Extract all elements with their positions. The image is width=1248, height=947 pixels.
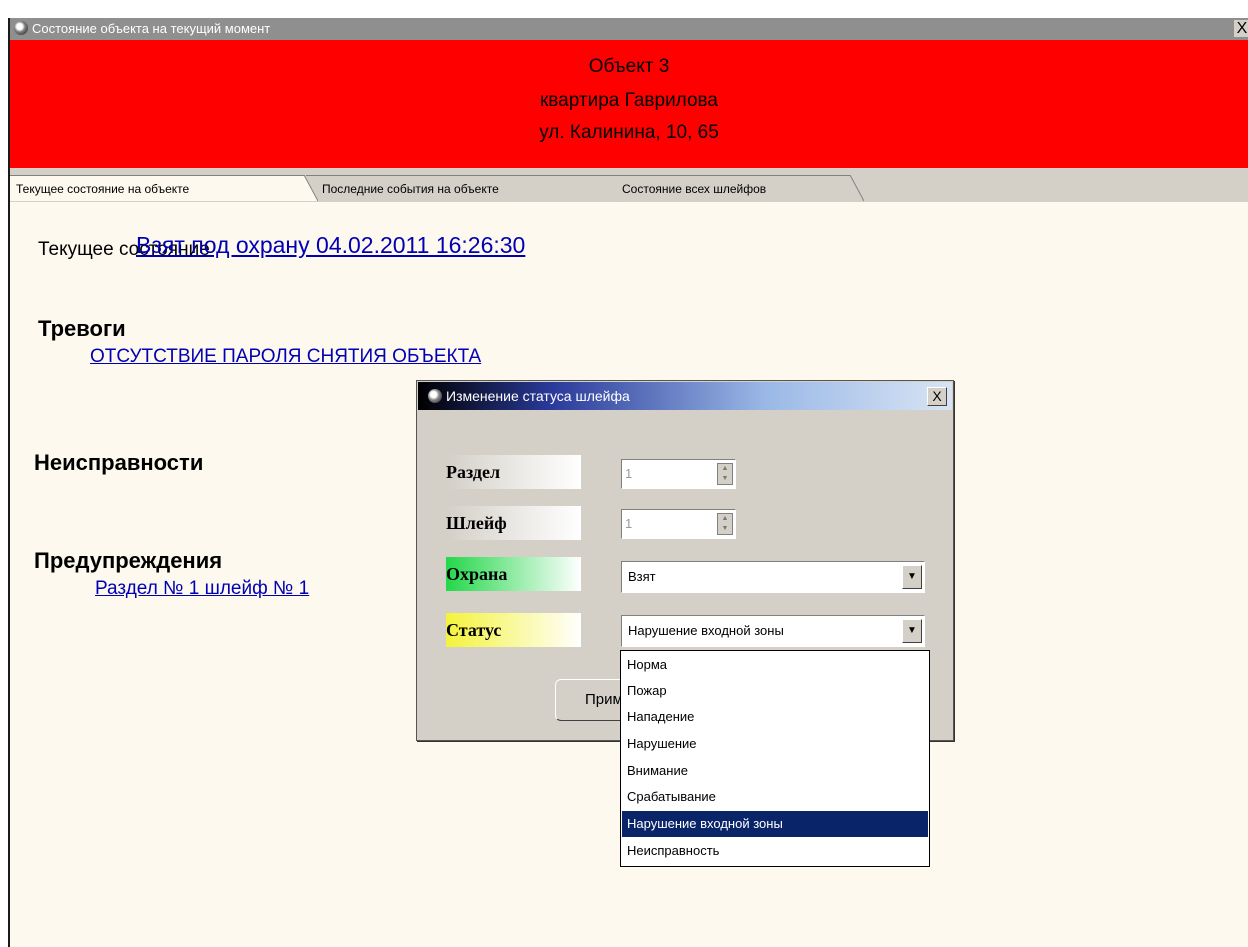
dropdown-option[interactable]: Нарушение [622, 731, 928, 757]
section-label: Раздел [446, 455, 581, 489]
spin-down-icon: ▼ [721, 475, 729, 482]
tab-all-loops-label: Состояние всех шлейфов [622, 182, 767, 196]
spin-up-icon: ▲ [721, 465, 729, 472]
main-window: Состояние объекта на текущий момент X Об… [0, 0, 1248, 947]
alarms-heading: Тревоги [38, 316, 126, 341]
dropdown-option[interactable]: Пожар [622, 678, 928, 704]
app-globe-icon [14, 21, 28, 35]
section-stepper[interactable]: 1 ▲ ▼ [621, 459, 736, 489]
tab-current-state[interactable]: Текущее состояние на объекте [10, 175, 318, 202]
dropdown-option-selected[interactable]: Нарушение входной зоны [622, 811, 928, 837]
tab-current-state-label: Текущее состояние на объекте [16, 182, 190, 196]
guard-value: Взят [628, 569, 656, 584]
dropdown-option[interactable]: Нападение [622, 704, 928, 730]
status-dropdown-list: Норма Пожар Нападение Нарушение Внимание… [620, 650, 930, 867]
guard-label: Охрана [446, 557, 581, 591]
chevron-down-icon[interactable]: ▼ [902, 565, 922, 589]
warning-link[interactable]: Раздел № 1 шлейф № 1 [95, 578, 418, 600]
object-name: квартира Гаврилова [539, 90, 718, 111]
tab-slant-edge [304, 175, 318, 202]
warnings-heading: Предупреждения [34, 548, 223, 573]
dropdown-option[interactable]: Внимание [622, 758, 928, 784]
current-state-link[interactable]: Взят под охрану 04.02.2011 16:26:30 [136, 232, 525, 259]
status-select[interactable]: Нарушение входной зоны ▼ [621, 615, 925, 647]
object-address: ул. Калинина, 10, 65 [539, 122, 719, 143]
tab-all-loops[interactable]: Состояние всех шлейфов [606, 175, 864, 202]
loop-stepper-buttons[interactable]: ▲ ▼ [717, 513, 733, 535]
dropdown-option[interactable]: Неисправность [622, 838, 928, 864]
dialog-globe-icon [428, 389, 442, 403]
loop-stepper[interactable]: 1 ▲ ▼ [621, 509, 736, 539]
main-title-bar[interactable]: Состояние объекта на текущий момент [10, 18, 1248, 40]
tab-slant-edge [850, 175, 864, 202]
tab-last-events[interactable]: Последние события на объекте [306, 175, 620, 202]
dropdown-option[interactable]: Норма [622, 652, 928, 678]
faults-heading: Неисправности [34, 450, 204, 475]
loop-label: Шлейф [446, 506, 581, 540]
dialog-title-bar[interactable]: Изменение статуса шлейфа [418, 382, 952, 410]
object-number: Объект 3 [588, 56, 670, 77]
main-window-title: Состояние объекта на текущий момент [32, 21, 271, 36]
section-value: 1 [625, 466, 633, 481]
tab-last-events-label: Последние события на объекте [322, 182, 499, 196]
dropdown-option[interactable]: Срабатывание [622, 784, 928, 810]
alarm-link[interactable]: ОТСУТСТВИЕ ПАРОЛЯ СНЯТИЯ ОБЪЕКТА [90, 346, 481, 368]
dialog-close-button[interactable]: X [927, 387, 947, 406]
dialog-title: Изменение статуса шлейфа [446, 388, 630, 404]
loop-value: 1 [625, 516, 633, 531]
main-close-button[interactable]: X [1234, 20, 1248, 37]
object-banner: Объект 3 квартира Гаврилова ул. Калинина… [10, 40, 1248, 168]
status-value: Нарушение входной зоны [628, 623, 784, 638]
spin-down-icon: ▼ [721, 525, 729, 532]
chevron-down-icon[interactable]: ▼ [902, 619, 922, 643]
section-stepper-buttons[interactable]: ▲ ▼ [717, 463, 733, 485]
spin-up-icon: ▲ [721, 515, 729, 522]
guard-select[interactable]: Взят ▼ [621, 561, 925, 593]
status-label: Статус [446, 613, 581, 647]
